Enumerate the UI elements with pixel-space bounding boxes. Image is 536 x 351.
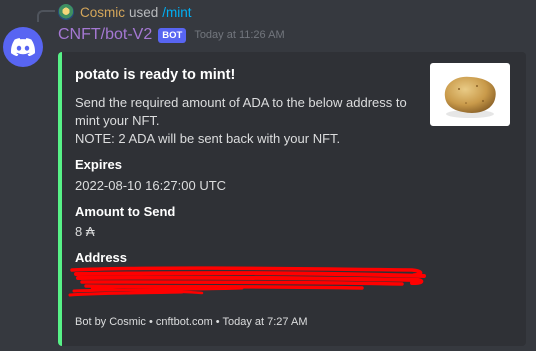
description-note: NOTE: 2 ADA will be sent back with your … [75, 131, 341, 146]
message-header: CNFT/bot-V2 BOT Today at 11:26 AM [58, 24, 285, 46]
discord-logo-icon [11, 38, 35, 56]
reply-avatar[interactable] [58, 4, 74, 20]
description-line: Send the required amount of ADA to the b… [75, 95, 407, 128]
reply-context[interactable]: Cosmic used /mint [58, 3, 192, 21]
reply-command[interactable]: /mint [162, 5, 191, 20]
bot-avatar[interactable] [3, 27, 43, 67]
reply-used-text: used [129, 4, 159, 20]
field-expires-name: Expires [75, 157, 122, 172]
message-timestamp[interactable]: Today at 11:26 AM [194, 29, 284, 41]
potato-image [444, 76, 496, 118]
message-username[interactable]: CNFT/bot-V2 [58, 26, 152, 44]
field-address-name: Address [75, 250, 128, 265]
potato-thumbnail[interactable] [430, 63, 510, 126]
embed-footer: Bot by Cosmic • cnftbot.com • Today at 7… [75, 316, 308, 328]
field-expires-value: 2022-08-10 16:27:00 UTC [75, 178, 227, 193]
bot-badge: BOT [158, 27, 187, 43]
field-amount-value: 8 ₳ [75, 224, 95, 239]
reply-username[interactable]: Cosmic [80, 5, 125, 20]
field-amount-name: Amount to Send [75, 204, 176, 219]
address-redaction-scribble [68, 266, 426, 297]
reply-connector [37, 10, 55, 22]
embed-title: potato is ready to mint! [75, 67, 236, 83]
embed-description: Send the required amount of ADA to the b… [75, 94, 420, 148]
mint-embed: potato is ready to mint! Send the requir… [58, 52, 526, 346]
